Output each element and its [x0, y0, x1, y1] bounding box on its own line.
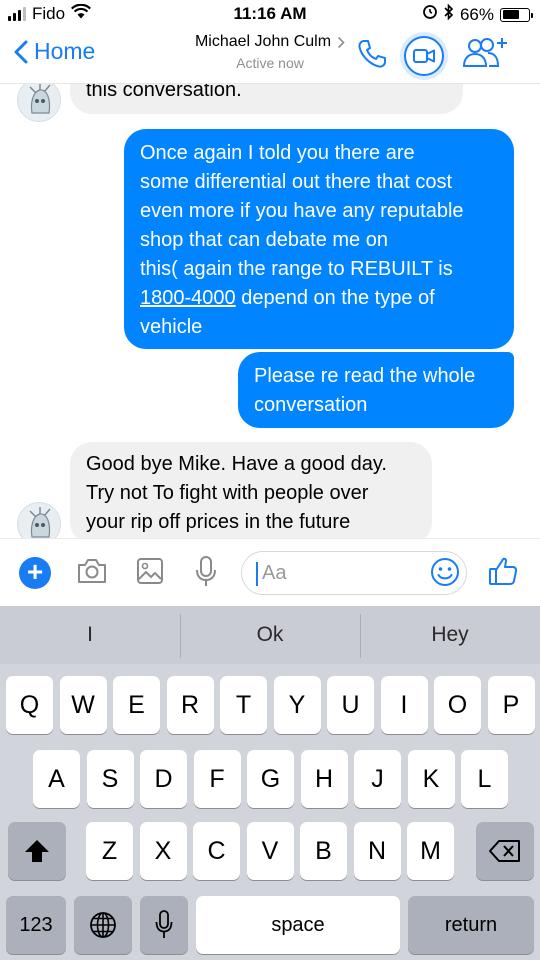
key-w[interactable]: W — [59, 676, 107, 734]
key-l[interactable]: L — [461, 750, 508, 808]
key-v[interactable]: V — [246, 822, 294, 880]
contact-name: Michael John Culm — [194, 33, 332, 50]
conversation-header: Home Michael John Culm Active now — [0, 30, 540, 84]
return-key[interactable]: return — [408, 896, 534, 954]
contact-info[interactable]: Michael John Culm Active now — [180, 33, 360, 71]
phone-icon[interactable] — [356, 38, 388, 75]
predictive-bar: I Ok Hey — [0, 606, 540, 664]
message-line: Please re read the whole — [254, 365, 476, 387]
key-j[interactable]: J — [354, 750, 401, 808]
contact-name-row: Michael John Culm — [195, 33, 345, 51]
suggestion[interactable]: I — [0, 606, 180, 664]
image-icon[interactable] — [136, 557, 164, 590]
key-r[interactable]: R — [166, 676, 214, 734]
shift-icon — [25, 840, 49, 862]
battery-icon — [500, 7, 533, 22]
avatar[interactable] — [17, 502, 61, 538]
key-c[interactable]: C — [193, 822, 240, 880]
outgoing-message: Please re read the whole conversation — [238, 352, 514, 428]
thumbs-up-icon[interactable] — [488, 555, 518, 592]
message-line: some differential out there that cost — [140, 171, 453, 193]
message-line: even more if you have any reputable — [140, 200, 464, 222]
message-thread: this conversation. Once again I told you… — [0, 84, 540, 538]
message-line: this( again the range to REBUILT is — [140, 258, 453, 280]
message-composer: + Aa — [0, 538, 540, 606]
key-n[interactable]: N — [353, 822, 401, 880]
status-right: 66% — [422, 3, 533, 25]
avatar[interactable] — [17, 84, 61, 122]
suggestion[interactable]: Hey — [360, 606, 540, 664]
key-q[interactable]: Q — [6, 676, 53, 734]
contact-status: Active now — [236, 55, 304, 71]
key-u[interactable]: U — [327, 676, 374, 734]
dictation-key[interactable] — [140, 896, 188, 954]
status-bar: Fido 11:16 AM 66% — [0, 0, 540, 30]
message-line: Once again I told you there are — [140, 142, 415, 164]
backspace-icon — [489, 840, 520, 862]
alarm-icon — [422, 4, 438, 25]
key-z[interactable]: Z — [86, 822, 133, 880]
video-call-ring — [404, 36, 444, 76]
emoji-icon[interactable] — [430, 557, 460, 592]
key-s[interactable]: S — [86, 750, 134, 808]
incoming-message: Good bye Mike. Have a good day. Try not … — [70, 442, 432, 538]
text-cursor — [256, 562, 258, 586]
space-key[interactable]: space — [196, 896, 400, 954]
globe-key[interactable] — [74, 896, 132, 954]
key-b[interactable]: B — [300, 822, 347, 880]
camera-icon[interactable] — [76, 557, 108, 590]
numbers-key[interactable]: 123 — [6, 896, 66, 954]
key-k[interactable]: K — [407, 750, 455, 808]
suggestion[interactable]: Ok — [180, 606, 360, 664]
message-line: your rip off prices in the future — [86, 511, 351, 533]
video-call-icon[interactable] — [400, 32, 448, 80]
add-people-icon[interactable] — [462, 36, 508, 75]
battery-fill — [502, 10, 519, 19]
plus-icon[interactable]: + — [19, 557, 51, 589]
key-h[interactable]: H — [300, 750, 348, 808]
key-a[interactable]: A — [33, 750, 80, 808]
message-line: shop that can debate me on — [140, 229, 388, 251]
key-e[interactable]: E — [113, 676, 160, 734]
key-t[interactable]: T — [220, 676, 267, 734]
message-line: Good bye Mike. Have a good day. — [86, 453, 387, 475]
key-m[interactable]: M — [407, 822, 454, 880]
globe-icon — [90, 912, 116, 938]
key-x[interactable]: X — [139, 822, 187, 880]
key-i[interactable]: I — [380, 676, 428, 734]
key-d[interactable]: D — [140, 750, 187, 808]
incoming-message: this conversation. — [70, 84, 463, 114]
message-line: vehicle — [140, 316, 203, 338]
phone-number-link[interactable]: 1800-4000 — [140, 287, 236, 309]
message-line: 1800-4000 depend on the type of — [140, 284, 498, 313]
key-p[interactable]: P — [487, 676, 535, 734]
key-y[interactable]: Y — [273, 676, 321, 734]
message-text: this conversation. — [86, 84, 242, 101]
bluetooth-icon — [444, 3, 454, 25]
back-button[interactable]: Home — [14, 38, 95, 65]
key-f[interactable]: F — [193, 750, 241, 808]
key-o[interactable]: O — [434, 676, 481, 734]
chevron-right-icon — [337, 36, 345, 48]
message-text: depend on the type of — [235, 287, 435, 309]
backspace-key[interactable] — [476, 822, 534, 880]
keyboard: I Ok Hey QWERTYUIOP ASDFGHJKL ZXCVBNM 12… — [0, 606, 540, 960]
outgoing-message: Once again I told you there are some dif… — [124, 129, 514, 349]
microphone-icon[interactable] — [194, 555, 218, 594]
message-line: Try not To fight with people over — [86, 482, 369, 504]
back-label: Home — [34, 38, 96, 64]
shift-key[interactable] — [8, 822, 66, 880]
battery-percentage: 66% — [459, 4, 494, 24]
back-chevron-icon — [14, 40, 28, 63]
message-placeholder: Aa — [262, 562, 287, 584]
message-line: conversation — [254, 394, 368, 416]
key-g[interactable]: G — [247, 750, 294, 808]
dictation-icon — [155, 910, 173, 938]
